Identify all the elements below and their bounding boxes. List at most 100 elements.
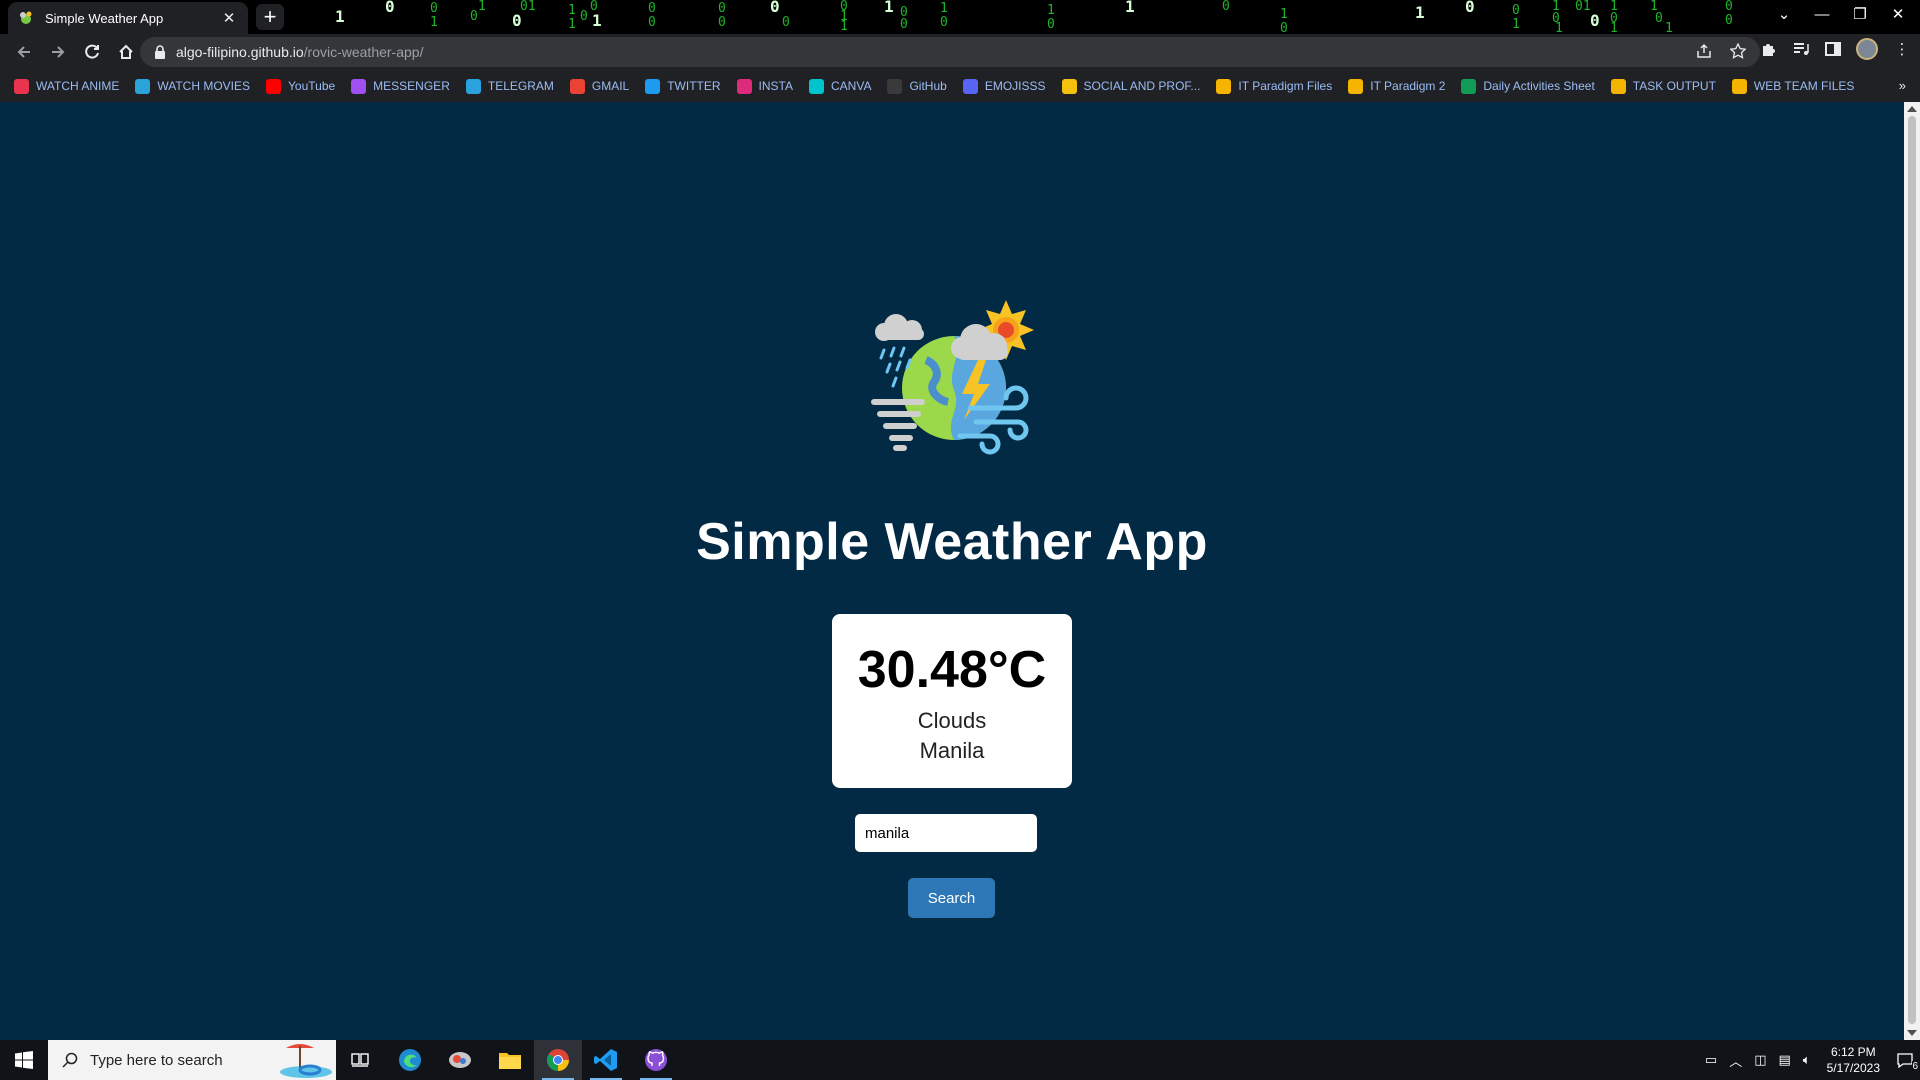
movies-icon bbox=[135, 78, 151, 94]
bookmark-label: TELEGRAM bbox=[487, 79, 554, 93]
taskbar-edge[interactable] bbox=[386, 1040, 434, 1080]
taskbar-github-desktop[interactable] bbox=[632, 1040, 680, 1080]
tray-overflow-chevron-icon[interactable]: ︿ bbox=[1729, 1051, 1742, 1070]
menu-kebab-icon[interactable]: ⋮ bbox=[1892, 39, 1912, 59]
bookmark-item[interactable]: MESSENGER bbox=[351, 78, 450, 94]
new-tab-button[interactable]: + bbox=[256, 4, 284, 30]
bookmark-label: INSTA bbox=[758, 79, 793, 93]
bookmark-item[interactable]: IT Paradigm 2 bbox=[1348, 78, 1445, 94]
taskbar-vscode[interactable] bbox=[582, 1040, 630, 1080]
browser-toolbar: algo-filipino.github.io/rovic-weather-ap… bbox=[0, 34, 1920, 70]
bookmark-item[interactable]: EMOJISSS bbox=[962, 78, 1046, 94]
windows-taskbar: Type here to search ▭ ︿ ◫ ▤ 🔈︎ 6:12 PM 5… bbox=[0, 1040, 1920, 1080]
messenger-icon bbox=[351, 78, 367, 94]
url-path: /rovic-weather-app/ bbox=[303, 44, 424, 60]
edge-icon bbox=[399, 1049, 421, 1071]
back-arrow-icon bbox=[17, 46, 30, 58]
bookmark-label: TASK OUTPUT bbox=[1632, 79, 1716, 93]
volume-icon[interactable]: 🔈︎ bbox=[1803, 1052, 1811, 1068]
drive-icon bbox=[1610, 78, 1626, 94]
bookmark-item[interactable]: WATCH ANIME bbox=[14, 78, 120, 94]
chrome-icon bbox=[547, 1049, 569, 1071]
weather-globe-logo bbox=[871, 300, 1034, 455]
media-control-icon[interactable] bbox=[1792, 40, 1810, 58]
task-view-button[interactable] bbox=[336, 1040, 384, 1080]
search-button[interactable]: Search bbox=[908, 878, 995, 918]
bookmark-item[interactable]: GitHub bbox=[887, 78, 947, 94]
clock-date: 5/17/2023 bbox=[1826, 1061, 1880, 1075]
city-search-input[interactable] bbox=[855, 814, 1037, 852]
tab-title: Simple Weather App bbox=[45, 10, 164, 26]
bookmark-item[interactable]: TASK OUTPUT bbox=[1610, 78, 1716, 94]
bookmark-item[interactable]: Daily Activities Sheet bbox=[1461, 78, 1595, 94]
notification-icon bbox=[1897, 1053, 1913, 1068]
profile-avatar[interactable] bbox=[1856, 38, 1878, 60]
folder-icon bbox=[1061, 78, 1077, 94]
bookmark-item[interactable]: CANVA bbox=[809, 78, 871, 94]
bookmarks-overflow-chevron-icon[interactable]: » bbox=[1899, 78, 1906, 93]
bookmark-item[interactable]: WEB TEAM FILES bbox=[1731, 78, 1855, 94]
url-host: algo-filipino.github.io bbox=[176, 44, 304, 60]
taskbar-search-box[interactable]: Type here to search bbox=[48, 1040, 336, 1080]
browser-tab-active[interactable]: Simple Weather App ✕ bbox=[8, 2, 248, 34]
youtube-icon bbox=[266, 78, 282, 94]
search-highlight-beach-icon bbox=[280, 1044, 332, 1078]
scroll-up-arrow-icon[interactable] bbox=[1907, 106, 1917, 112]
scrollbar-thumb[interactable] bbox=[1908, 116, 1916, 1024]
bookmark-label: IT Paradigm Files bbox=[1238, 79, 1333, 93]
reload-button[interactable] bbox=[76, 38, 108, 66]
extensions-puzzle-icon[interactable] bbox=[1760, 40, 1778, 58]
notification-center-button[interactable]: 6 bbox=[1890, 1040, 1920, 1080]
reload-icon bbox=[85, 44, 99, 59]
bookmark-item[interactable]: WATCH MOVIES bbox=[135, 78, 251, 94]
search-icon bbox=[62, 1052, 78, 1068]
taskbar-app-blob[interactable] bbox=[436, 1040, 484, 1080]
address-bar[interactable]: algo-filipino.github.io/rovic-weather-ap… bbox=[140, 37, 1760, 67]
page-scrollbar[interactable] bbox=[1904, 102, 1920, 1040]
taskbar-file-explorer[interactable] bbox=[486, 1040, 534, 1080]
matrix-theme-background: 1 0 01 01 0 01 11 001 00 00 00 011 100 10… bbox=[335, 0, 1733, 34]
bookmark-item[interactable]: YouTube bbox=[266, 78, 336, 94]
weather-favicon-icon bbox=[20, 11, 32, 24]
bookmark-item[interactable]: GMAIL bbox=[569, 78, 630, 94]
bookmark-item[interactable]: SOCIAL AND PROF... bbox=[1061, 78, 1201, 94]
bookmark-star-icon[interactable] bbox=[1730, 43, 1746, 59]
bookmark-label: GMAIL bbox=[591, 79, 630, 93]
browser-title-bar: 1 0 01 01 0 01 11 001 00 00 00 011 100 10… bbox=[0, 0, 1920, 34]
bookmark-label: WEB TEAM FILES bbox=[1753, 79, 1855, 93]
meet-now-icon[interactable]: ◫ bbox=[1754, 1052, 1766, 1068]
share-icon[interactable] bbox=[1696, 43, 1712, 59]
taskbar-clock[interactable]: 6:12 PM 5/17/2023 bbox=[1827, 1044, 1880, 1076]
back-button[interactable] bbox=[8, 38, 40, 66]
keyboard-layout-icon[interactable]: ▭ bbox=[1705, 1052, 1717, 1068]
home-button[interactable] bbox=[110, 38, 142, 66]
taskbar-search-placeholder: Type here to search bbox=[90, 1051, 223, 1069]
tab-close-icon[interactable]: ✕ bbox=[220, 9, 238, 27]
clock-time: 6:12 PM bbox=[1830, 1045, 1876, 1059]
anime-icon bbox=[14, 78, 29, 94]
bookmark-item[interactable]: TELEGRAM bbox=[465, 78, 554, 94]
drive-icon bbox=[1731, 78, 1747, 94]
bookmark-label: YouTube bbox=[288, 79, 336, 93]
start-button[interactable] bbox=[0, 1040, 48, 1080]
bookmark-label: SOCIAL AND PROF... bbox=[1083, 79, 1201, 93]
network-icon[interactable]: ▤ bbox=[1779, 1052, 1791, 1068]
bookmarks-bar: WATCH ANIME WATCH MOVIES YouTube MESSENGER T… bbox=[0, 70, 1920, 102]
side-panel-icon[interactable] bbox=[1824, 40, 1842, 58]
bookmark-item[interactable]: IT Paradigm Files bbox=[1216, 78, 1333, 94]
vscode-icon bbox=[594, 1049, 617, 1071]
bookmark-item[interactable]: TWITTER bbox=[645, 78, 721, 94]
bookmark-item[interactable]: INSTA bbox=[736, 78, 793, 94]
bookmark-label: TWITTER bbox=[667, 79, 721, 93]
bookmark-label: GitHub bbox=[909, 79, 947, 93]
bookmark-label: WATCH ANIME bbox=[36, 79, 120, 93]
close-window-button[interactable]: ✕ bbox=[1876, 0, 1920, 30]
taskbar-chrome[interactable] bbox=[534, 1040, 582, 1080]
scroll-down-arrow-icon[interactable] bbox=[1907, 1030, 1917, 1036]
bookmark-label: WATCH MOVIES bbox=[157, 79, 251, 93]
weather-result-card: 30.48°C Clouds Manila bbox=[832, 614, 1072, 788]
forward-button[interactable] bbox=[42, 38, 74, 66]
notification-count: 6 bbox=[1912, 1061, 1918, 1072]
bookmark-label: EMOJISSS bbox=[984, 79, 1046, 93]
temperature-value: 30.48°C bbox=[857, 641, 1047, 699]
